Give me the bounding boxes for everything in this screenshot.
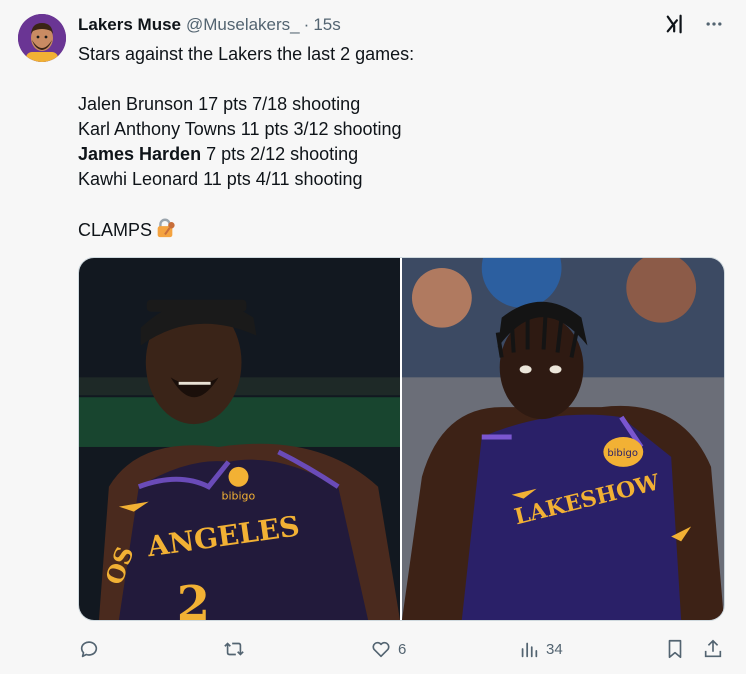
views-count: 34 — [546, 640, 563, 658]
closing-text: CLAMPS — [78, 220, 153, 240]
reply-button[interactable] — [78, 638, 106, 660]
harden-stats: 7 pts 2/12 shooting — [201, 144, 359, 164]
tweet-line-brunson: Jalen Brunson 17 pts 7/18 shooting — [78, 94, 361, 114]
tweet-text: Stars against the Lakers the last 2 game… — [78, 42, 718, 242]
tweet-top-actions — [664, 12, 726, 36]
share-button[interactable] — [702, 638, 724, 660]
photo-right[interactable]: LAKESHOW bibigo — [402, 258, 724, 620]
header-separator: · — [303, 15, 310, 34]
tweet-line-leonard: Kawhi Leonard 11 pts 4/11 shooting — [78, 169, 363, 189]
user-handle[interactable]: @Muselakers_ — [186, 15, 300, 35]
tweet-header: Lakers Muse @Muselakers_ · 15s — [78, 14, 341, 36]
bold-name: James Harden — [78, 144, 202, 164]
tweet-line-towns: Karl Anthony Towns 11 pts 3/12 shooting — [78, 119, 402, 139]
media-grid[interactable]: ANGELES OS 2 bibigo LAKESHOW bibigo — [78, 257, 725, 621]
retweet-button[interactable] — [223, 638, 251, 660]
retweet-icon — [224, 642, 244, 656]
tweet-line-closing: CLAMPS — [78, 217, 718, 242]
display-name[interactable]: Lakers Muse — [78, 15, 181, 35]
tweet-card[interactable]: Lakers Muse @Muselakers_ · 15s Stars aga… — [0, 0, 746, 674]
avatar[interactable] — [18, 14, 66, 62]
tweet-line-harden: James Harden 7 pts 2/12 shooting — [78, 142, 718, 167]
views-button[interactable]: 34 — [518, 638, 563, 660]
svg-text:bibigo: bibigo — [607, 448, 638, 459]
bookmark-icon — [668, 639, 682, 659]
tweet-line-intro: Stars against the Lakers the last 2 game… — [78, 44, 415, 64]
svg-text:bibigo: bibigo — [222, 490, 256, 503]
like-button[interactable]: 6 — [370, 638, 406, 660]
share-icon — [704, 639, 722, 658]
locked-with-key-icon — [154, 217, 176, 246]
timestamp[interactable]: 15s — [313, 15, 340, 35]
action-bar: 6 34 — [78, 638, 728, 662]
like-count: 6 — [398, 640, 407, 658]
photo-left[interactable]: ANGELES OS 2 bibigo — [79, 258, 400, 620]
views-chart-icon — [521, 642, 538, 658]
bookmark-button[interactable] — [664, 638, 686, 660]
reply-icon — [80, 641, 98, 658]
svg-text:2: 2 — [177, 576, 210, 620]
grok-icon[interactable] — [664, 12, 688, 36]
heart-icon — [372, 641, 390, 658]
more-options-icon[interactable] — [702, 12, 726, 36]
